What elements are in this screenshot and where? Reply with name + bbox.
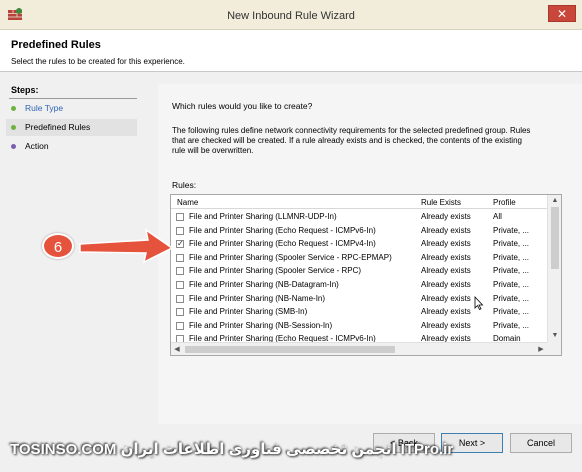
column-header-name[interactable]: Name [177, 198, 198, 207]
rule-profile: All [493, 212, 502, 221]
rule-checkbox[interactable] [176, 240, 184, 249]
scroll-thumb[interactable] [551, 207, 559, 269]
vertical-scrollbar[interactable]: ▲ ▼ [547, 195, 561, 342]
table-row[interactable]: File and Printer Sharing (LLMNR-UDP-In) A… [171, 210, 547, 224]
rule-exists: Already exists [421, 266, 471, 276]
rule-profile: Private, ... [493, 307, 530, 317]
rule-checkbox[interactable] [176, 294, 184, 303]
rule-checkbox[interactable] [176, 267, 184, 276]
step-current-icon [11, 125, 16, 130]
rule-profile: Private, ... [493, 252, 530, 262]
table-row[interactable]: File and Printer Sharing (Echo Request -… [171, 224, 547, 238]
step-label: Action [25, 141, 49, 151]
rule-checkbox[interactable] [176, 213, 184, 221]
rule-name: File and Printer Sharing (Echo Request -… [189, 225, 376, 235]
rule-exists: Already exists [421, 307, 471, 317]
rule-exists: Already exists [421, 239, 471, 249]
mouse-cursor-icon [474, 296, 484, 310]
table-row[interactable]: File and Printer Sharing (Spooler Servic… [171, 264, 547, 278]
pointer-arrow-icon [79, 228, 174, 264]
column-header-rule-exists[interactable]: Rule Exists [421, 198, 461, 207]
rule-profile: Private, ... [493, 239, 530, 249]
rule-exists: Already exists [421, 280, 471, 289]
page-title: Predefined Rules [11, 39, 101, 51]
rule-exists: Already exists [421, 293, 471, 303]
step-predefined-rules[interactable]: Predefined Rules [6, 119, 137, 136]
rule-name: File and Printer Sharing (NB-Name-In) [189, 293, 326, 303]
rule-exists: Already exists [421, 252, 471, 262]
rule-name: File and Printer Sharing (Spooler Servic… [189, 266, 362, 276]
rule-checkbox[interactable] [176, 281, 184, 289]
rule-profile: Private, ... [493, 225, 530, 235]
horizontal-scrollbar[interactable]: ◀ ▶ [171, 342, 547, 355]
list-header: Name Rule Exists Profile [171, 195, 547, 209]
table-row[interactable]: File and Printer Sharing (NB-Session-In)… [171, 319, 547, 333]
rule-name: File and Printer Sharing (LLMNR-UDP-In) [189, 212, 337, 221]
scroll-down-arrow-icon[interactable]: ▼ [548, 330, 561, 342]
rule-profile: Private, ... [493, 280, 530, 289]
question-text: Which rules would you like to create? [172, 101, 313, 111]
window-title: New Inbound Rule Wizard [227, 10, 355, 22]
close-button[interactable]: ✕ [548, 5, 576, 22]
column-header-profile[interactable]: Profile [493, 198, 516, 207]
scroll-right-arrow-icon[interactable]: ▶ [535, 343, 547, 355]
scroll-left-arrow-icon[interactable]: ◀ [171, 343, 183, 355]
table-row[interactable]: File and Printer Sharing (NB-Name-In) Alr… [171, 292, 547, 306]
rules-label: Rules: [172, 180, 197, 190]
description-text: The following rules define network conne… [172, 126, 531, 155]
rule-name: File and Printer Sharing (Spooler Servic… [189, 252, 392, 262]
rule-name: File and Printer Sharing (NB-Session-In) [189, 320, 333, 330]
rule-exists: Already exists [421, 225, 471, 235]
rule-name: File and Printer Sharing (SMB-In) [189, 307, 308, 317]
table-row[interactable]: File and Printer Sharing (Echo Request -… [171, 237, 547, 251]
rule-checkbox[interactable] [176, 308, 184, 317]
rule-exists: Already exists [421, 320, 471, 330]
scroll-thumb-horizontal[interactable] [185, 346, 395, 353]
rule-exists: Already exists [421, 212, 471, 221]
steps-divider [9, 98, 137, 99]
step-action[interactable]: Action [6, 138, 137, 155]
rule-checkbox[interactable] [176, 321, 184, 330]
rule-profile: Private, ... [493, 320, 530, 330]
table-row[interactable]: File and Printer Sharing (Spooler Servic… [171, 251, 547, 265]
rule-profile: Private, ... [493, 293, 530, 303]
step-pending-icon [11, 144, 16, 149]
cancel-button[interactable]: Cancel [510, 433, 572, 453]
step-number-badge: 6 [42, 233, 74, 259]
rule-name: File and Printer Sharing (Echo Request -… [189, 239, 376, 249]
step-rule-type[interactable]: Rule Type [6, 100, 137, 117]
table-row[interactable]: File and Printer Sharing (SMB-In) Already… [171, 305, 547, 319]
rule-checkbox[interactable] [176, 253, 184, 262]
scroll-up-arrow-icon[interactable]: ▲ [548, 195, 561, 207]
watermark: TOSINSO.COM انجمن تخصصی فناوری اطلاعات ا… [10, 441, 454, 458]
steps-title: Steps: [11, 85, 39, 95]
rule-checkbox[interactable] [176, 226, 184, 235]
step-label: Rule Type [25, 103, 64, 113]
step-label: Predefined Rules [25, 122, 91, 132]
scrollbar-corner [547, 342, 561, 355]
table-row[interactable]: File and Printer Sharing (NB-Datagram-In… [171, 278, 547, 292]
wizard-header: Predefined Rules Select the rules to be … [0, 30, 582, 72]
main-content: Which rules would you like to create? Th… [158, 84, 582, 424]
rules-list[interactable]: Name Rule Exists Profile File and Printe… [170, 194, 562, 356]
rule-name: File and Printer Sharing (NB-Datagram-In… [189, 280, 339, 289]
title-bar: New Inbound Rule Wizard ✕ [0, 0, 582, 30]
page-subtitle: Select the rules to be created for this … [11, 57, 185, 66]
rule-profile: Private, ... [493, 266, 530, 276]
step-complete-icon [11, 106, 16, 111]
